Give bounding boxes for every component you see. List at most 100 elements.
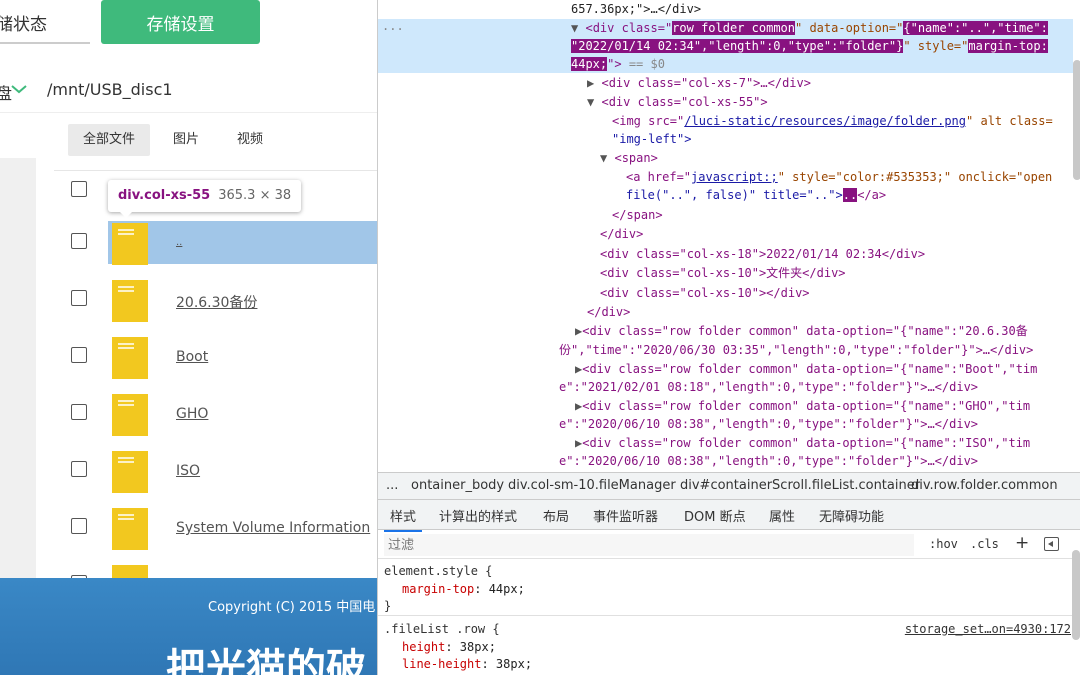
- tab-computed[interactable]: 计算出的样式: [439, 506, 517, 525]
- storage-status-tab[interactable]: 储状态: [0, 10, 47, 35]
- dom-line[interactable]: e":"2020/06/10 08:38","length":0,"type":…: [559, 452, 978, 470]
- select-all-checkbox[interactable]: [71, 181, 87, 197]
- tab-videos[interactable]: 视频: [222, 124, 278, 156]
- tab-event-listeners[interactable]: 事件监听器: [593, 506, 658, 525]
- storage-settings-button[interactable]: 存储设置: [101, 0, 260, 44]
- elements-scrollbar[interactable]: [1073, 60, 1080, 180]
- dom-line[interactable]: </span>: [612, 206, 663, 224]
- dom-line-selected[interactable]: "2022/01/14 02:34","length":0,"type":"fo…: [571, 37, 1048, 55]
- resource-link[interactable]: /luci-static/resources/image/folder.png: [684, 114, 966, 128]
- hover-state-toggle[interactable]: :hov: [929, 537, 958, 551]
- element-inspect-tooltip: div.col-xs-55 365.3 × 38: [108, 180, 302, 218]
- dom-line[interactable]: 657.36px;">…</div>: [571, 0, 701, 18]
- tab-properties[interactable]: 属性: [769, 506, 795, 525]
- stylesheet-source-link[interactable]: storage_set…on=4930:172: [905, 621, 1071, 638]
- folder-icon: [112, 223, 148, 265]
- file-manager-page: 储状态 存储设置 盘 /mnt/USB_disc1 全部文件 图片 视频 .. …: [0, 0, 377, 675]
- dom-line[interactable]: ▶ <div class="col-xs-7">…</div>: [587, 74, 811, 92]
- folder-icon: [112, 394, 148, 436]
- list-header-divider: [54, 170, 377, 171]
- rule-divider: [378, 615, 1073, 616]
- dom-line[interactable]: <div class="col-xs-10"></div>: [600, 284, 810, 302]
- breadcrumb-item[interactable]: div.col-sm-10.fileManager: [508, 478, 676, 493]
- row-checkbox[interactable]: [71, 404, 87, 420]
- new-style-rule-icon[interactable]: +: [1015, 533, 1029, 553]
- folder-icon: [112, 280, 148, 322]
- dom-line[interactable]: ▼ <span>: [600, 149, 658, 167]
- dom-line[interactable]: <div class="col-xs-18">2022/01/14 02:34<…: [600, 245, 925, 263]
- dom-line[interactable]: ▶<div class="row folder common" data-opt…: [575, 434, 1030, 452]
- class-toggle[interactable]: .cls: [970, 537, 999, 551]
- file-name-link[interactable]: System Volume Information: [176, 520, 370, 536]
- styles-filter-input[interactable]: [384, 534, 914, 556]
- elements-tree[interactable]: ... 657.36px;">…</div> ▼ <div class="row…: [378, 0, 1080, 472]
- tab-layout[interactable]: 布局: [543, 506, 569, 525]
- resource-link[interactable]: javascript:;: [691, 170, 778, 184]
- breadcrumb-item[interactable]: ontainer_body: [411, 478, 504, 493]
- list-item[interactable]: ISO: [54, 451, 377, 508]
- rule-selector: .fileList .row {: [384, 622, 500, 636]
- dom-line[interactable]: <img src="/luci-static/resources/image/f…: [612, 112, 1053, 130]
- divider: [0, 112, 377, 113]
- tab-accessibility[interactable]: 无障碍功能: [819, 506, 884, 525]
- tab-images[interactable]: 图片: [158, 124, 214, 156]
- file-type-tabs: 全部文件 图片 视频: [68, 124, 286, 156]
- chevron-down-icon[interactable]: [8, 80, 30, 98]
- sidebar-panel: [0, 158, 36, 578]
- footer-title: 把光猫的破: [166, 646, 366, 675]
- row-checkbox[interactable]: [71, 461, 87, 477]
- tab-dom-breakpoints[interactable]: DOM 断点: [684, 506, 746, 525]
- folder-icon: [112, 337, 148, 379]
- row-checkbox[interactable]: [71, 347, 87, 363]
- row-checkbox[interactable]: [71, 518, 87, 534]
- dom-line-selected[interactable]: ▼ <div class="row folder common" data-op…: [571, 19, 1048, 37]
- dom-line[interactable]: <div class="col-xs-10">文件夹</div>: [600, 264, 846, 282]
- folder-icon: [112, 451, 148, 493]
- dom-line[interactable]: ▼ <div class="col-xs-55">: [587, 93, 768, 111]
- dom-line[interactable]: file("..", false)" title="..">..</a>: [626, 186, 886, 204]
- tooltip-selector: div.col-xs-55: [118, 188, 211, 203]
- rule-close: }: [384, 599, 392, 613]
- file-name-link[interactable]: GHO: [176, 406, 208, 422]
- list-item[interactable]: System Volume Information: [54, 508, 377, 565]
- devtools-panel: ... 657.36px;">…</div> ▼ <div class="row…: [377, 0, 1080, 675]
- list-item[interactable]: ..: [54, 223, 377, 280]
- copyright-text: Copyright (C) 2015 中国电: [208, 600, 376, 615]
- dom-line[interactable]: ▶<div class="row folder common" data-opt…: [575, 322, 1028, 340]
- dom-line[interactable]: </div>: [587, 303, 630, 321]
- tab-all-files[interactable]: 全部文件: [68, 124, 151, 156]
- dom-line[interactable]: ▶<div class="row folder common" data-opt…: [575, 397, 1030, 415]
- file-name-link[interactable]: Boot: [176, 349, 208, 365]
- dom-line[interactable]: ▶<div class="row folder common" data-opt…: [575, 360, 1037, 378]
- tooltip-size: 365.3 × 38: [218, 188, 292, 203]
- dom-line[interactable]: e":"2020/06/10 08:38","length":0,"type":…: [559, 415, 978, 433]
- breadcrumb-item[interactable]: div#containerScroll.fileList.container: [680, 478, 920, 493]
- styles-filter-bar: :hov .cls +: [378, 531, 1080, 559]
- dom-line[interactable]: <a href="javascript:;" style="color:#535…: [626, 168, 1052, 186]
- styles-scrollbar[interactable]: [1072, 550, 1080, 640]
- style-declaration[interactable]: margin-top: 44px;: [402, 581, 525, 598]
- page-footer: Copyright (C) 2015 中国电 把光猫的破: [0, 578, 377, 675]
- list-item[interactable]: 20.6.30备份: [54, 280, 377, 337]
- current-path: /mnt/USB_disc1: [47, 80, 173, 99]
- toggle-sidebar-icon[interactable]: [1044, 537, 1059, 551]
- node-gutter-dots[interactable]: ...: [382, 19, 404, 33]
- dom-line[interactable]: 份","time":"2020/06/30 03:35","length":0,…: [559, 341, 1033, 359]
- row-checkbox[interactable]: [71, 233, 87, 249]
- list-item[interactable]: GHO: [54, 394, 377, 451]
- file-name-link[interactable]: 20.6.30备份: [176, 292, 257, 312]
- row-checkbox[interactable]: [71, 290, 87, 306]
- dom-line[interactable]: e":"2021/02/01 08:18","length":0,"type":…: [559, 378, 978, 396]
- dom-line[interactable]: </div>: [600, 225, 643, 243]
- tab-underline: [0, 42, 90, 44]
- file-name-link[interactable]: ISO: [176, 463, 200, 479]
- style-declaration[interactable]: line-height: 38px;: [402, 656, 532, 673]
- tab-styles[interactable]: 样式: [383, 506, 423, 532]
- breadcrumb-more[interactable]: ...: [386, 478, 398, 493]
- file-name-link[interactable]: ..: [176, 237, 182, 248]
- breadcrumb-item-selected[interactable]: div.row.folder.common: [911, 478, 1058, 493]
- dom-line[interactable]: "img-left">: [612, 130, 691, 148]
- list-item[interactable]: Boot: [54, 337, 377, 394]
- dom-line-selected[interactable]: 44px;"> == $0: [571, 55, 665, 73]
- style-declaration[interactable]: height: 38px;: [402, 639, 496, 656]
